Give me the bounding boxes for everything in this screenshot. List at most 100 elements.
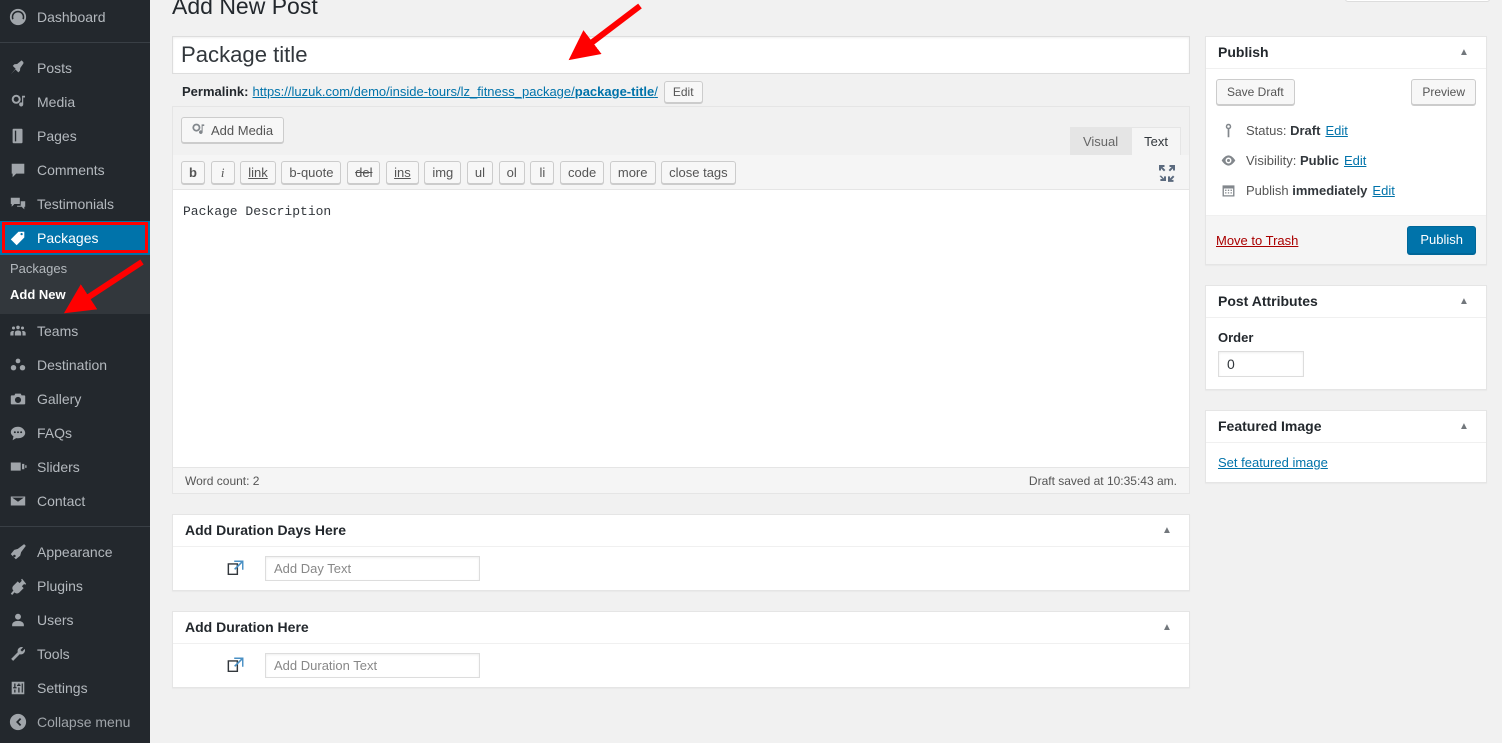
qt-button-img[interactable]: img: [424, 161, 462, 184]
sidebar-item-label: Posts: [37, 60, 73, 76]
sidebar-divider-2: [0, 526, 150, 527]
qt-button-close-tags[interactable]: close tags: [661, 161, 736, 184]
post-attributes-header[interactable]: Post Attributes: [1206, 286, 1486, 318]
qt-button-i[interactable]: i: [210, 161, 235, 184]
pages-icon: [8, 126, 28, 146]
day-text-input[interactable]: [265, 556, 480, 581]
featured-image-body: Set featured image: [1206, 443, 1486, 482]
sidebar-item-appearance[interactable]: Appearance: [0, 535, 150, 569]
sidebar-item-tools[interactable]: Tools: [0, 637, 150, 671]
edit-permalink-button[interactable]: Edit: [663, 80, 703, 103]
permalink-link[interactable]: https://luzuk.com/demo/inside-tours/lz_f…: [252, 84, 657, 99]
sidebar-item-gallery[interactable]: Gallery: [0, 382, 150, 416]
post-attributes-body: Order: [1206, 318, 1486, 389]
pin-marker-icon: [1218, 120, 1238, 140]
sidebar-item-label: Contact: [37, 493, 86, 509]
featured-image-header[interactable]: Featured Image: [1206, 411, 1486, 443]
chevron-up-icon[interactable]: [1157, 521, 1177, 541]
order-input[interactable]: [1218, 351, 1304, 377]
qt-button-ol[interactable]: ol: [498, 161, 525, 184]
submenu-item-packages[interactable]: Packages: [0, 256, 150, 282]
chevron-up-icon[interactable]: [1454, 417, 1474, 437]
sidebar-item-label: Tools: [37, 646, 70, 662]
sidebar-item-label: Settings: [37, 680, 88, 696]
tab-visual[interactable]: Visual: [1069, 127, 1132, 155]
chevron-up-icon[interactable]: [1157, 618, 1177, 638]
collapse-menu-button[interactable]: Collapse menu: [0, 705, 150, 739]
sidebar-item-plugins[interactable]: Plugins: [0, 569, 150, 603]
move-to-trash-link[interactable]: Move to Trash: [1216, 233, 1298, 248]
publish-box: Publish Save Draft Preview Status: Draft…: [1205, 36, 1487, 265]
sidebar-item-dashboard[interactable]: Dashboard: [0, 0, 150, 34]
publish-box-title: Publish: [1218, 43, 1269, 60]
metabox-duration-days: Add Duration Days Here: [172, 514, 1190, 591]
schedule-value: immediately: [1292, 182, 1368, 198]
post-title-input[interactable]: [172, 36, 1190, 74]
sidebar-item-media[interactable]: Media: [0, 85, 150, 119]
add-media-button[interactable]: Add Media: [181, 117, 285, 143]
permalink-trailing-slash: /: [654, 84, 658, 99]
sidebar-item-testimonials[interactable]: Testimonials: [0, 187, 150, 221]
sidebar-item-users[interactable]: Users: [0, 603, 150, 637]
sidebar-item-sliders[interactable]: Sliders: [0, 450, 150, 484]
screen-meta-tabs-stub[interactable]: [1345, 0, 1490, 2]
order-label: Order: [1218, 330, 1254, 345]
page-title: Add New Post: [172, 0, 318, 19]
qt-button-b[interactable]: b: [181, 161, 205, 184]
qt-button-more[interactable]: more: [609, 161, 656, 184]
edit-schedule-link[interactable]: Edit: [1372, 183, 1394, 198]
collapse-menu-label: Collapse menu: [37, 714, 131, 730]
qt-button-link[interactable]: link: [240, 161, 276, 184]
tab-text[interactable]: Text: [1131, 127, 1181, 155]
sidebar-item-teams[interactable]: Teams: [0, 314, 150, 348]
word-count: Word count: 2: [185, 473, 260, 488]
destination-icon: [8, 355, 28, 375]
publish-button[interactable]: Publish: [1407, 226, 1476, 254]
sidebar-item-faqs[interactable]: FAQs: [0, 416, 150, 450]
distraction-free-icon[interactable]: [1157, 163, 1179, 185]
sidebar-item-destination[interactable]: Destination: [0, 348, 150, 382]
permalink-slug: package-title: [574, 84, 655, 99]
qt-button-ins[interactable]: ins: [386, 161, 419, 184]
sidebar-item-label: Gallery: [37, 391, 82, 407]
schedule-label: Publish: [1246, 182, 1289, 198]
publish-box-header[interactable]: Publish: [1206, 37, 1486, 69]
sidebar-item-pages[interactable]: Pages: [0, 119, 150, 153]
packages-submenu: Packages Add New: [0, 255, 150, 314]
metabox-title: Add Duration Days Here: [185, 521, 347, 538]
sidebar-item-label: Sliders: [37, 459, 80, 475]
qt-button-code[interactable]: code: [560, 161, 605, 184]
qt-button-li[interactable]: li: [530, 161, 555, 184]
qt-button-b-quote[interactable]: b-quote: [281, 161, 342, 184]
featured-image-box: Featured Image Set featured image: [1205, 410, 1487, 483]
sidebar-item-posts[interactable]: Posts: [0, 51, 150, 85]
submenu-item-add-new[interactable]: Add New: [0, 282, 150, 308]
media-icon: [192, 123, 205, 134]
metabox-header[interactable]: Add Duration Days Here: [173, 515, 1189, 547]
external-link-icon: [227, 656, 247, 676]
eye-icon: [1218, 150, 1238, 170]
preview-button[interactable]: Preview: [1411, 79, 1476, 105]
edit-status-link[interactable]: Edit: [1325, 123, 1347, 138]
metabox-header[interactable]: Add Duration Here: [173, 612, 1189, 644]
permalink-label: Permalink:: [182, 84, 249, 99]
qt-button-del[interactable]: del: [347, 161, 381, 184]
editor-mode-tabs: Visual Text: [1069, 127, 1181, 155]
sidebar-item-comments[interactable]: Comments: [0, 153, 150, 187]
sidebar-item-settings[interactable]: Settings: [0, 671, 150, 705]
set-featured-image-link[interactable]: Set featured image: [1218, 455, 1328, 470]
sidebar-postboxes: Publish Save Draft Preview Status: Draft…: [1205, 36, 1487, 483]
content-textarea[interactable]: Package Description: [173, 190, 1189, 467]
sidebar-item-label: Dashboard: [37, 9, 106, 25]
sidebar-item-contact[interactable]: Contact: [0, 484, 150, 518]
sidebar-item-packages[interactable]: Packages: [0, 221, 150, 255]
post-attributes-box: Post Attributes Order: [1205, 285, 1487, 390]
main-content: Add New Post Permalink: https://luzuk.co…: [150, 0, 1502, 743]
duration-text-input[interactable]: [265, 653, 480, 678]
qt-button-ul[interactable]: ul: [466, 161, 494, 184]
edit-visibility-link[interactable]: Edit: [1344, 153, 1366, 168]
save-draft-button[interactable]: Save Draft: [1216, 79, 1295, 105]
chevron-up-icon[interactable]: [1454, 43, 1474, 63]
status-value: Draft: [1290, 122, 1321, 138]
chevron-up-icon[interactable]: [1454, 292, 1474, 312]
